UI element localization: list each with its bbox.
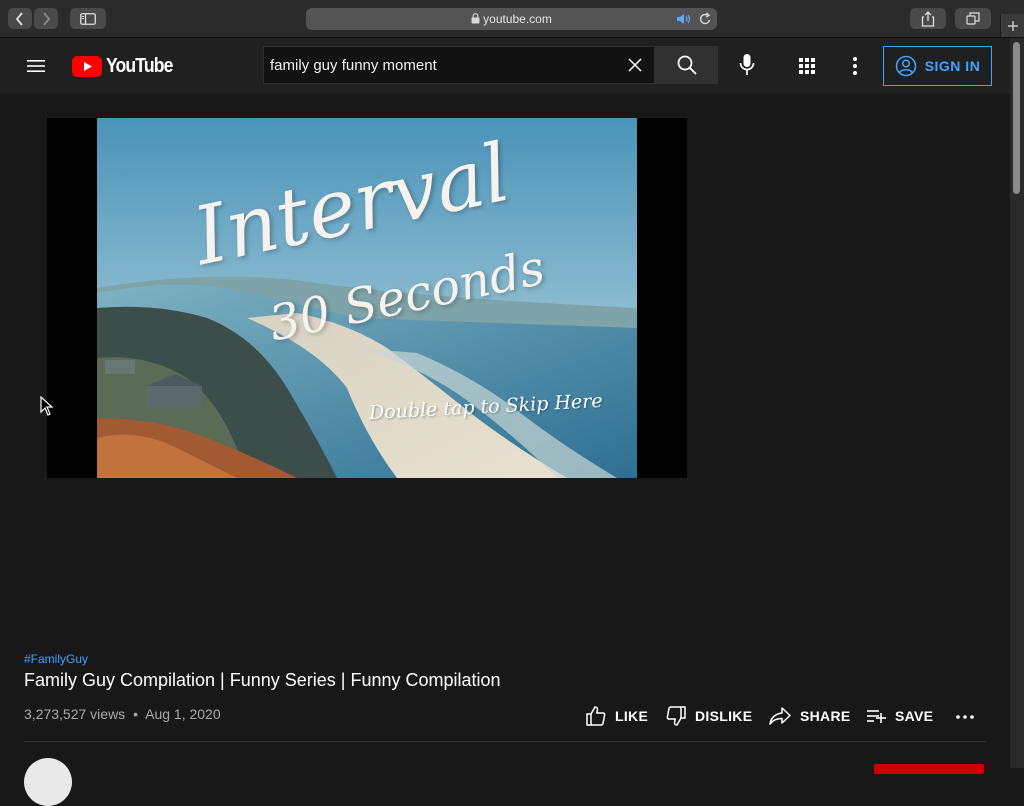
url-text: youtube.com: [483, 12, 552, 26]
share-arrow-icon: [769, 707, 791, 725]
channel-avatar[interactable]: [24, 758, 72, 806]
menu-icon: [27, 60, 45, 72]
thumb-down-icon: [666, 706, 686, 726]
like-button[interactable]: LIKE: [585, 704, 648, 728]
search-input[interactable]: [270, 47, 610, 83]
lock-icon: [471, 13, 480, 24]
youtube-play-logo-icon: [72, 55, 102, 77]
dislike-button[interactable]: DISLIKE: [665, 704, 752, 728]
browser-toolbar: youtube.com: [0, 0, 1024, 38]
speaker-icon[interactable]: [676, 13, 692, 25]
tab-overview-button[interactable]: [955, 8, 991, 29]
masthead: YouTube SIGN IN: [0, 38, 1010, 94]
logo-wordmark: YouTube: [106, 54, 173, 77]
video-meta: 3,273,527 views • Aug 1, 2020: [24, 706, 221, 722]
back-button[interactable]: [8, 8, 32, 29]
sign-in-button[interactable]: SIGN IN: [883, 46, 992, 86]
chevron-left-icon: [15, 11, 23, 26]
share-action-button[interactable]: SHARE: [768, 704, 851, 728]
voice-search-button[interactable]: [734, 50, 760, 80]
share-icon: [921, 10, 935, 27]
sidebar-icon: [80, 12, 96, 25]
apps-icon: [799, 58, 815, 74]
more-horiz-icon: [956, 715, 974, 719]
share-label: SHARE: [800, 708, 851, 724]
share-button[interactable]: [910, 8, 946, 29]
scrollbar-thumb[interactable]: [1013, 42, 1020, 194]
url-display: youtube.com: [306, 8, 717, 30]
meta-separator: •: [133, 706, 138, 722]
subscribe-button[interactable]: [874, 764, 984, 774]
page-scrollbar[interactable]: [1010, 38, 1024, 768]
sidebar-toggle-button[interactable]: [70, 8, 106, 29]
tabs-icon: [966, 12, 980, 25]
like-label: LIKE: [615, 708, 649, 724]
plus-icon: [1008, 20, 1018, 31]
video-title: Family Guy Compilation | Funny Series | …: [24, 670, 501, 690]
settings-menu-button[interactable]: [845, 55, 865, 77]
video-player[interactable]: Interval 30 Seconds Double tap to Skip H…: [47, 118, 687, 478]
youtube-logo[interactable]: YouTube: [72, 55, 182, 77]
save-label: SAVE: [895, 708, 934, 724]
save-button[interactable]: SAVE: [865, 704, 933, 728]
section-divider: [24, 741, 986, 742]
thumb-up-icon: [586, 706, 606, 726]
view-count: 3,273,527 views: [24, 706, 126, 722]
publish-date: Aug 1, 2020: [145, 706, 221, 722]
search-button[interactable]: [655, 46, 718, 84]
sign-in-label: SIGN IN: [924, 58, 981, 74]
account-icon: [895, 55, 916, 77]
clear-icon[interactable]: [626, 56, 644, 74]
search-box[interactable]: [263, 46, 655, 84]
mouse-cursor-icon: [40, 396, 54, 416]
address-bar[interactable]: youtube.com: [306, 8, 717, 30]
apps-button[interactable]: [796, 55, 818, 77]
reload-icon[interactable]: [699, 12, 712, 26]
playlist-add-icon: [867, 710, 886, 723]
forward-button[interactable]: [34, 8, 58, 29]
mic-icon: [739, 54, 755, 75]
dislike-label: DISLIKE: [695, 708, 753, 724]
video-frame[interactable]: Interval 30 Seconds Double tap to Skip H…: [97, 118, 637, 478]
more-actions-button[interactable]: [954, 704, 976, 728]
new-tab-button[interactable]: [1000, 14, 1024, 37]
guide-menu-button[interactable]: [24, 54, 48, 78]
chevron-right-icon: [43, 11, 51, 26]
video-hashtag-link[interactable]: #FamilyGuy: [24, 652, 88, 666]
more-vert-icon: [853, 57, 857, 75]
search-icon: [677, 55, 697, 75]
